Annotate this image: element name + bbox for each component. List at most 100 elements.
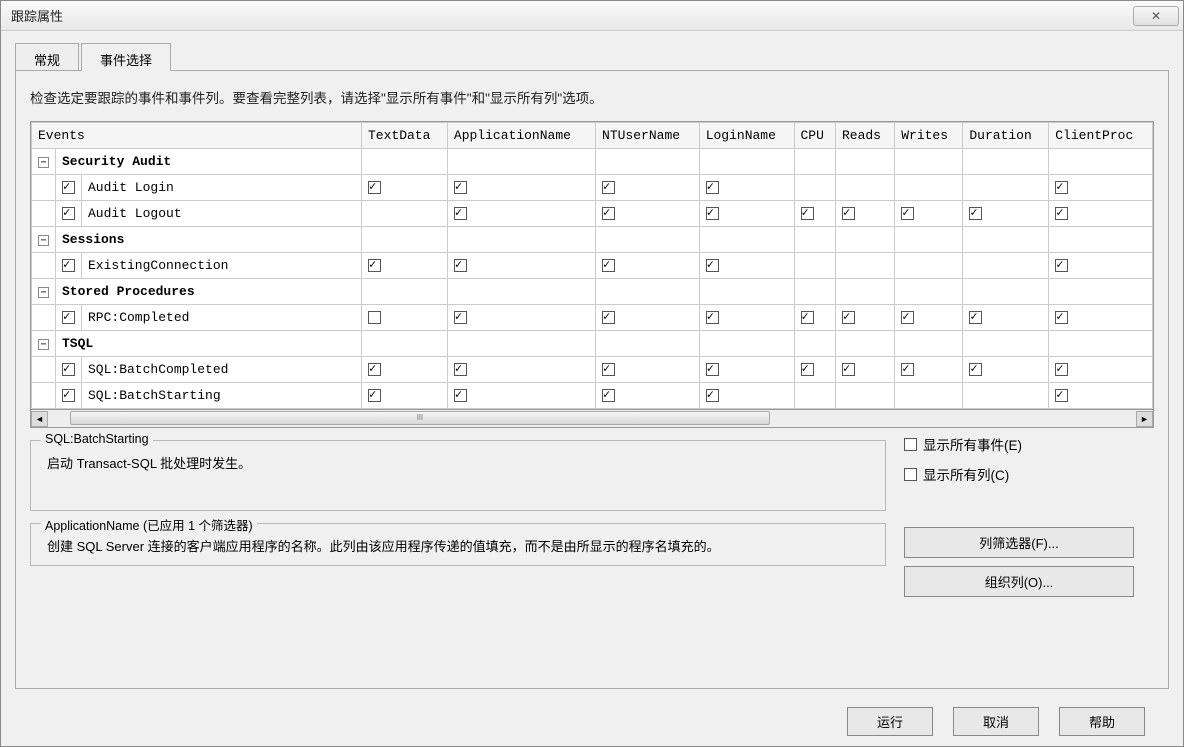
column-header-events[interactable]: Events <box>32 123 362 149</box>
event-name: SQL:BatchStarting <box>82 383 362 409</box>
horizontal-scrollbar[interactable]: ◄ ► <box>30 410 1154 428</box>
column-checkbox-cell[interactable] <box>794 383 835 409</box>
column-checkbox-cell[interactable] <box>835 201 894 227</box>
column-checkbox-cell[interactable] <box>362 357 448 383</box>
column-checkbox-cell[interactable] <box>596 305 700 331</box>
column-checkbox-cell[interactable] <box>794 175 835 201</box>
dialog-footer: 运行 取消 帮助 <box>15 697 1169 736</box>
column-checkbox-cell[interactable] <box>835 253 894 279</box>
column-header[interactable]: TextData <box>362 123 448 149</box>
column-checkbox-cell[interactable] <box>835 305 894 331</box>
events-grid: EventsTextDataApplicationNameNTUserNameL… <box>30 121 1154 410</box>
column-header[interactable]: Reads <box>835 123 894 149</box>
tab-events-selection[interactable]: 事件选择 <box>81 43 171 71</box>
column-checkbox-cell[interactable] <box>447 201 595 227</box>
organize-columns-button[interactable]: 组织列(O)... <box>904 566 1134 597</box>
column-checkbox-cell[interactable] <box>963 357 1049 383</box>
column-checkbox-cell[interactable] <box>1049 357 1153 383</box>
column-checkbox-cell[interactable] <box>447 357 595 383</box>
column-description-legend: ApplicationName (已应用 1 个筛选器) <box>41 515 257 534</box>
close-button[interactable]: ✕ <box>1133 6 1179 26</box>
help-button[interactable]: 帮助 <box>1059 707 1145 736</box>
column-checkbox-cell[interactable] <box>1049 305 1153 331</box>
group-expander[interactable]: − <box>32 149 56 175</box>
column-checkbox-cell[interactable] <box>835 383 894 409</box>
column-header[interactable]: ApplicationName <box>447 123 595 149</box>
event-row: SQL:BatchStarting <box>32 383 1153 409</box>
column-header[interactable]: CPU <box>794 123 835 149</box>
event-enable-checkbox[interactable] <box>56 175 82 201</box>
column-checkbox-cell[interactable] <box>699 305 794 331</box>
column-checkbox-cell[interactable] <box>794 357 835 383</box>
column-checkbox-cell[interactable] <box>596 201 700 227</box>
show-all-events-checkbox[interactable]: 显示所有事件(E) <box>904 434 1154 454</box>
column-checkbox-cell[interactable] <box>963 175 1049 201</box>
column-checkbox-cell[interactable] <box>447 253 595 279</box>
column-checkbox-cell[interactable] <box>963 201 1049 227</box>
column-header[interactable]: Duration <box>963 123 1049 149</box>
column-checkbox-cell[interactable] <box>895 253 963 279</box>
column-checkbox-cell[interactable] <box>699 357 794 383</box>
column-checkbox-cell[interactable] <box>963 383 1049 409</box>
column-checkbox-cell[interactable] <box>447 383 595 409</box>
column-checkbox-cell[interactable] <box>1049 201 1153 227</box>
column-checkbox-cell[interactable] <box>963 305 1049 331</box>
column-checkbox-cell[interactable] <box>895 305 963 331</box>
column-filter-button[interactable]: 列筛选器(F)... <box>904 527 1134 558</box>
column-checkbox-cell[interactable] <box>895 175 963 201</box>
column-checkbox-cell[interactable] <box>362 383 448 409</box>
column-checkbox-cell[interactable] <box>794 305 835 331</box>
column-header[interactable]: NTUserName <box>596 123 700 149</box>
event-row: Audit Logout <box>32 201 1153 227</box>
scroll-track[interactable] <box>48 411 1136 427</box>
column-checkbox-cell[interactable] <box>596 175 700 201</box>
column-checkbox-cell[interactable] <box>596 357 700 383</box>
column-checkbox-cell[interactable] <box>794 253 835 279</box>
scroll-right-arrow[interactable]: ► <box>1136 411 1153 427</box>
column-checkbox-cell[interactable] <box>895 383 963 409</box>
column-description-box: ApplicationName (已应用 1 个筛选器) 创建 SQL Serv… <box>30 523 886 566</box>
column-checkbox-cell[interactable] <box>794 201 835 227</box>
event-enable-checkbox[interactable] <box>56 383 82 409</box>
column-checkbox-cell[interactable] <box>963 253 1049 279</box>
column-checkbox-cell[interactable] <box>1049 383 1153 409</box>
group-expander[interactable]: − <box>32 279 56 305</box>
show-all-columns-checkbox[interactable]: 显示所有列(C) <box>904 464 1154 484</box>
column-checkbox-cell[interactable] <box>447 175 595 201</box>
tab-general[interactable]: 常规 <box>15 43 79 71</box>
column-checkbox-cell[interactable] <box>596 383 700 409</box>
event-enable-checkbox[interactable] <box>56 357 82 383</box>
column-checkbox-cell[interactable] <box>895 201 963 227</box>
column-checkbox-cell[interactable] <box>835 357 894 383</box>
event-enable-checkbox[interactable] <box>56 253 82 279</box>
run-button[interactable]: 运行 <box>847 707 933 736</box>
column-header[interactable]: ClientProc <box>1049 123 1153 149</box>
tab-body: 检查选定要跟踪的事件和事件列。要查看完整列表，请选择"显示所有事件"和"显示所有… <box>15 70 1169 689</box>
scroll-thumb[interactable] <box>70 411 770 425</box>
column-checkbox-cell[interactable] <box>699 253 794 279</box>
column-checkbox-cell[interactable] <box>447 305 595 331</box>
group-expander[interactable]: − <box>32 227 56 253</box>
column-checkbox-cell[interactable] <box>362 253 448 279</box>
column-header[interactable]: Writes <box>895 123 963 149</box>
column-checkbox-cell[interactable] <box>699 383 794 409</box>
event-enable-checkbox[interactable] <box>56 305 82 331</box>
column-checkbox-cell[interactable] <box>835 175 894 201</box>
event-name: ExistingConnection <box>82 253 362 279</box>
column-header[interactable]: LoginName <box>699 123 794 149</box>
column-checkbox-cell[interactable] <box>362 305 448 331</box>
scroll-left-arrow[interactable]: ◄ <box>31 411 48 427</box>
column-checkbox-cell[interactable] <box>895 357 963 383</box>
column-checkbox-cell[interactable] <box>1049 253 1153 279</box>
column-checkbox-cell[interactable] <box>699 175 794 201</box>
event-row: ExistingConnection <box>32 253 1153 279</box>
column-checkbox-cell[interactable] <box>362 175 448 201</box>
column-checkbox-cell[interactable] <box>1049 175 1153 201</box>
column-checkbox-cell[interactable] <box>699 201 794 227</box>
event-enable-checkbox[interactable] <box>56 201 82 227</box>
column-checkbox-cell[interactable] <box>596 253 700 279</box>
column-checkbox-cell[interactable] <box>362 201 448 227</box>
column-description-text: 创建 SQL Server 连接的客户端应用程序的名称。此列由该应用程序传递的值… <box>47 536 873 555</box>
group-expander[interactable]: − <box>32 331 56 357</box>
cancel-button[interactable]: 取消 <box>953 707 1039 736</box>
